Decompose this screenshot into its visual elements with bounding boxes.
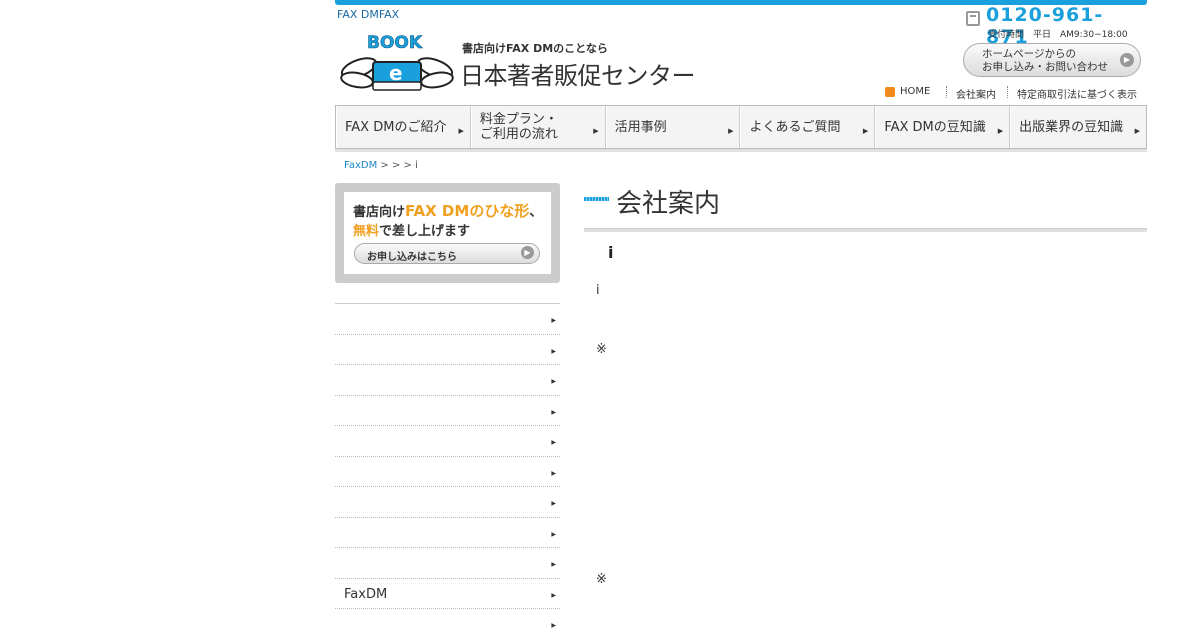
gnav-label: FAX DMの豆知識 xyxy=(884,119,986,135)
breadcrumb: FaxDM > > > i xyxy=(344,160,418,171)
site-logo[interactable]: e BOOK xyxy=(337,28,457,98)
triangle-right-icon: ▶ xyxy=(551,469,556,477)
gnav-item-pricing[interactable]: 料金プラン・ ご利用の流れ ▶ xyxy=(470,106,606,148)
body-text: i xyxy=(596,283,600,298)
triangle-right-icon: ▶ xyxy=(728,127,734,135)
logo-letter: e xyxy=(389,61,403,85)
phone-number: 0120-961-871 xyxy=(986,4,1104,48)
sidebar-item-faxdm[interactable]: FaxDM ▶ xyxy=(335,577,560,609)
triangle-right-icon: ▶ xyxy=(997,127,1004,135)
banner-line1: 書店向けFAX DMのひな形、 xyxy=(353,200,542,221)
sidebar-item[interactable]: ▶ xyxy=(335,547,560,578)
heading-mark-icon xyxy=(584,197,609,201)
gnav-item-fax-tips[interactable]: FAX DMの豆知識 ▶ xyxy=(875,106,1011,148)
util-divider xyxy=(946,86,947,98)
sidebar-item[interactable]: ▶ xyxy=(335,486,560,517)
business-hours: 受付時間 平日 AM9:30−18:00 xyxy=(988,30,1128,40)
nav-shadow xyxy=(335,149,1147,152)
sidebar-item[interactable]: ▶ xyxy=(335,425,560,456)
banner-text: 書店向け xyxy=(353,205,406,220)
sidebar-item[interactable]: ▶ xyxy=(335,455,560,487)
triangle-right-icon: ▶ xyxy=(551,378,556,385)
sidebar-menu: ▶ ▶ ▶ ▶ ▶ ▶ ▶ ▶ ▶ FaxDM ▶ ▶ xyxy=(335,303,560,630)
banner-text: 、 xyxy=(529,205,543,220)
triangle-right-icon: ▶ xyxy=(551,317,556,324)
sidebar-item[interactable]: ▶ xyxy=(335,394,560,426)
sidebar-item[interactable]: ▶ xyxy=(335,333,560,365)
gnav-item-cases[interactable]: 活用事例 ▶ xyxy=(605,106,741,148)
triangle-right-icon: ▶ xyxy=(551,561,556,568)
sidebar-item[interactable]: ▶ xyxy=(335,364,560,395)
breadcrumb-home-link[interactable]: FaxDM xyxy=(344,160,377,171)
note-mark: ※ xyxy=(596,342,607,357)
triangle-right-icon: ▶ xyxy=(551,530,556,538)
site-subtitle: 書店向けFAX DMのことなら xyxy=(462,42,608,55)
gnav-label: 活用事例 xyxy=(614,119,667,135)
heading-rule xyxy=(584,228,1147,232)
gnav-label: よくあるご質問 xyxy=(749,119,841,135)
contact-button-line2: お申し込み・お問い合わせ xyxy=(982,61,1108,73)
page-title: 会社案内 xyxy=(616,189,721,219)
banner-button-label: お申し込みはこちら xyxy=(367,252,457,263)
arrow-circle-icon: ▶ xyxy=(1120,53,1134,67)
triangle-right-icon: ▶ xyxy=(551,347,556,355)
contact-button-line1: ホームページからの xyxy=(982,48,1076,60)
triangle-right-icon: ▶ xyxy=(551,622,556,629)
gnav-item-faxdm[interactable]: FAX DMのご紹介 ▶ xyxy=(336,106,471,148)
triangle-right-icon: ▶ xyxy=(551,439,556,446)
triangle-right-icon: ▶ xyxy=(593,127,599,135)
util-link-legal[interactable]: 特定商取引法に基づく表示 xyxy=(1017,86,1137,101)
sidebar-item[interactable]: ▶ xyxy=(335,303,560,334)
banner-apply-button[interactable]: お申し込みはこちら ▶ xyxy=(354,243,540,264)
rss-icon xyxy=(885,87,895,97)
sidebar-banner[interactable]: 書店向けFAX DMのひな形、 無料で差し上げます お申し込みはこちら ▶ xyxy=(335,183,560,283)
triangle-right-icon: ▶ xyxy=(862,127,869,135)
sidebar-item-label: FaxDM xyxy=(344,586,388,602)
section-subtitle: i xyxy=(608,243,614,262)
page-heading: 会社案内 xyxy=(584,180,1147,232)
gnav-item-faq[interactable]: よくあるご質問 ▶ xyxy=(740,106,876,148)
gnav-item-publishing-tips[interactable]: 出版業界の豆知識 ▶ xyxy=(1010,106,1146,148)
triangle-right-icon: ▶ xyxy=(551,408,556,416)
banner-highlight: FAX DMのひな形 xyxy=(405,202,530,220)
logo-text: BOOK xyxy=(367,33,423,53)
arrow-circle-icon: ▶ xyxy=(521,246,534,259)
util-link-home[interactable]: HOME xyxy=(900,86,930,97)
header-tagline: FAX DMFAX xyxy=(337,8,400,21)
util-divider xyxy=(1007,86,1008,98)
page: FAX DMFAX e BOOK 書店向けFAX DMのことなら 日本著者販促セ… xyxy=(0,0,1200,630)
sidebar-item[interactable]: ▶ xyxy=(335,516,560,548)
phone-icon xyxy=(966,11,980,26)
triangle-right-icon: ▶ xyxy=(551,500,556,507)
triangle-right-icon: ▶ xyxy=(1134,127,1140,135)
banner-line2: 無料で差し上げます xyxy=(353,220,470,239)
global-nav: FAX DMのご紹介 ▶ 料金プラン・ ご利用の流れ ▶ 活用事例 ▶ よくある… xyxy=(335,105,1147,149)
banner-inner: 書店向けFAX DMのひな形、 無料で差し上げます お申し込みはこちら ▶ xyxy=(344,192,551,274)
banner-text: で差し上げます xyxy=(379,224,471,239)
triangle-right-icon: ▶ xyxy=(551,591,556,599)
gnav-label: FAX DMのご紹介 xyxy=(345,119,447,135)
sidebar-item[interactable]: ▶ xyxy=(335,608,560,630)
breadcrumb-trail: > > > i xyxy=(377,160,418,171)
site-title[interactable]: 日本著者販促センター xyxy=(460,56,696,91)
gnav-label: 出版業界の豆知識 xyxy=(1019,119,1124,135)
note-mark: ※ xyxy=(596,572,607,587)
contact-button[interactable]: ホームページからの お申し込み・お問い合わせ ▶ xyxy=(963,43,1141,77)
util-link-company[interactable]: 会社案内 xyxy=(956,86,996,101)
triangle-right-icon: ▶ xyxy=(458,127,464,135)
banner-highlight: 無料 xyxy=(353,224,380,239)
gnav-label: 料金プラン・ ご利用の流れ xyxy=(479,112,558,142)
